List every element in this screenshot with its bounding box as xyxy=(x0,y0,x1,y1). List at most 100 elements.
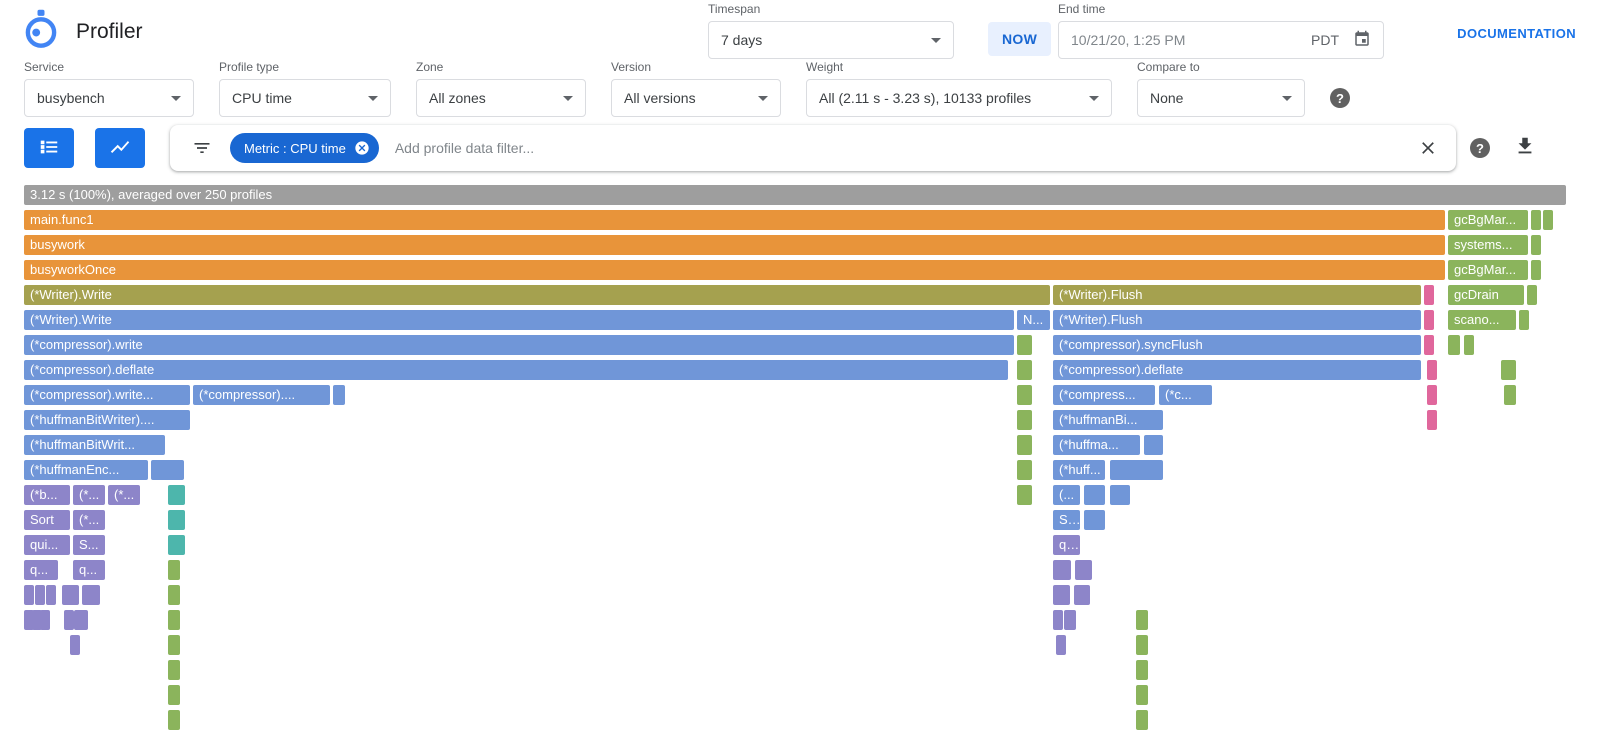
flame-segment[interactable]: (*compressor).... xyxy=(193,385,330,405)
flame-segment[interactable]: (*huffmanBitWrit... xyxy=(24,435,165,455)
flame-segment[interactable] xyxy=(168,710,180,730)
flame-segment[interactable] xyxy=(1136,685,1148,705)
flame-segment[interactable]: (*Writer).Flush xyxy=(1053,310,1421,330)
flame-segment[interactable]: (*... xyxy=(108,485,140,505)
flame-segment[interactable] xyxy=(1501,360,1516,380)
flame-segment[interactable] xyxy=(1064,610,1076,630)
flame-segment[interactable]: (*compress... xyxy=(1053,385,1155,405)
filter-input[interactable] xyxy=(395,140,1414,156)
flame-segment[interactable] xyxy=(40,610,50,630)
flame-segment[interactable] xyxy=(1053,560,1071,580)
flame-segment[interactable] xyxy=(1427,360,1437,380)
flame-segment[interactable] xyxy=(1531,260,1541,280)
flame-segment[interactable] xyxy=(1017,360,1032,380)
flame-segment[interactable] xyxy=(168,560,180,580)
flame-segment[interactable] xyxy=(24,585,34,605)
flame-segment[interactable]: (*huffmanBi... xyxy=(1053,410,1163,430)
flame-segment[interactable] xyxy=(82,585,100,605)
flame-segment[interactable] xyxy=(1531,210,1541,230)
flame-segment[interactable] xyxy=(1136,610,1148,630)
help-icon[interactable]: ? xyxy=(1470,138,1490,158)
flame-segment[interactable] xyxy=(168,510,185,530)
flame-segment[interactable] xyxy=(1017,485,1032,505)
flame-segment[interactable] xyxy=(1543,210,1553,230)
flame-segment[interactable] xyxy=(1017,410,1032,430)
flame-segment[interactable] xyxy=(1084,510,1105,530)
flame-segment[interactable] xyxy=(1110,485,1130,505)
flame-segment[interactable]: (*b... xyxy=(24,485,70,505)
flame-segment[interactable]: N... xyxy=(1017,310,1050,330)
flame-segment[interactable] xyxy=(70,635,80,655)
flame-segment[interactable] xyxy=(1136,635,1148,655)
flame-segment[interactable]: busyworkOnce xyxy=(24,260,1445,280)
calendar-icon[interactable] xyxy=(1353,30,1371,51)
flame-segment[interactable] xyxy=(168,685,180,705)
flame-segment[interactable] xyxy=(168,535,185,555)
chart-view-button[interactable] xyxy=(95,128,145,168)
flame-segment[interactable]: Sort xyxy=(24,510,70,530)
compare-to-select[interactable]: None xyxy=(1137,79,1305,117)
flame-segment[interactable]: (*huffmanBitWriter).... xyxy=(24,410,190,430)
flame-segment[interactable]: qui... xyxy=(24,535,70,555)
flame-segment[interactable] xyxy=(1017,435,1032,455)
flame-segment[interactable] xyxy=(1424,310,1434,330)
flame-segment[interactable]: (*compressor).deflate xyxy=(1053,360,1421,380)
version-select[interactable]: All versions xyxy=(611,79,781,117)
flame-segment[interactable] xyxy=(1017,460,1032,480)
flame-segment[interactable] xyxy=(1017,385,1032,405)
end-time-input[interactable]: 10/21/20, 1:25 PM PDT xyxy=(1058,21,1384,59)
flame-segment[interactable] xyxy=(1136,660,1148,680)
flame-segment[interactable] xyxy=(1144,435,1163,455)
flame-segment[interactable]: gcDrain xyxy=(1448,285,1524,305)
flame-segment[interactable] xyxy=(168,585,180,605)
flame-segment[interactable]: (*compressor).syncFlush xyxy=(1053,335,1421,355)
flame-segment[interactable] xyxy=(151,460,184,480)
flame-segment[interactable]: (*... xyxy=(73,510,105,530)
flame-segment[interactable] xyxy=(1053,610,1063,630)
flame-segment[interactable]: scano... xyxy=(1448,310,1516,330)
flame-segment[interactable] xyxy=(1519,310,1529,330)
flame-segment[interactable]: (*Writer).Flush xyxy=(1053,285,1421,305)
chip-remove-icon[interactable] xyxy=(354,140,370,156)
flame-segment[interactable] xyxy=(1084,485,1105,505)
timespan-select[interactable]: 7 days xyxy=(708,21,954,59)
now-button[interactable]: NOW xyxy=(988,22,1051,56)
list-view-button[interactable] xyxy=(24,128,74,168)
metric-filter-chip[interactable]: Metric : CPU time xyxy=(230,133,379,163)
flame-segment[interactable]: (*... xyxy=(73,485,105,505)
flame-segment[interactable] xyxy=(35,585,45,605)
flame-segment[interactable] xyxy=(74,610,88,630)
flame-segment[interactable] xyxy=(64,610,74,630)
flame-segment[interactable]: (*huffma... xyxy=(1053,435,1140,455)
help-icon[interactable]: ? xyxy=(1330,88,1350,108)
flame-segment[interactable] xyxy=(168,610,180,630)
flame-segment[interactable] xyxy=(1110,460,1163,480)
flame-segment[interactable]: systems... xyxy=(1448,235,1528,255)
flame-segment[interactable] xyxy=(1504,385,1516,405)
download-button[interactable] xyxy=(1514,135,1536,157)
flame-segment[interactable]: gcBgMar... xyxy=(1448,210,1528,230)
service-select[interactable]: busybench xyxy=(24,79,194,117)
flame-segment[interactable]: (*Writer).Write xyxy=(24,310,1014,330)
flame-segment[interactable] xyxy=(1075,560,1092,580)
flame-segment[interactable]: q... xyxy=(24,560,58,580)
flame-segment[interactable] xyxy=(1017,335,1032,355)
zone-select[interactable]: All zones xyxy=(416,79,586,117)
flame-segment[interactable]: (... xyxy=(1053,485,1080,505)
flame-segment[interactable] xyxy=(1424,335,1434,355)
flame-segment[interactable] xyxy=(46,585,56,605)
flame-segment[interactable]: S... xyxy=(1053,510,1080,530)
flame-segment[interactable] xyxy=(1056,635,1066,655)
flame-segment[interactable] xyxy=(168,635,180,655)
flame-segment[interactable] xyxy=(168,485,185,505)
flame-segment[interactable] xyxy=(1427,385,1437,405)
flame-segment[interactable]: (*huff... xyxy=(1053,460,1105,480)
weight-select[interactable]: All (2.11 s - 3.23 s), 10133 profiles xyxy=(806,79,1112,117)
flame-segment[interactable] xyxy=(62,585,79,605)
flame-segment[interactable] xyxy=(1424,285,1434,305)
flame-segment[interactable]: gcBgMar... xyxy=(1448,260,1528,280)
flame-segment[interactable]: (*huffmanEnc... xyxy=(24,460,148,480)
flame-segment[interactable]: busywork xyxy=(24,235,1445,255)
flame-segment[interactable] xyxy=(1136,710,1148,730)
flame-segment[interactable] xyxy=(1527,285,1537,305)
